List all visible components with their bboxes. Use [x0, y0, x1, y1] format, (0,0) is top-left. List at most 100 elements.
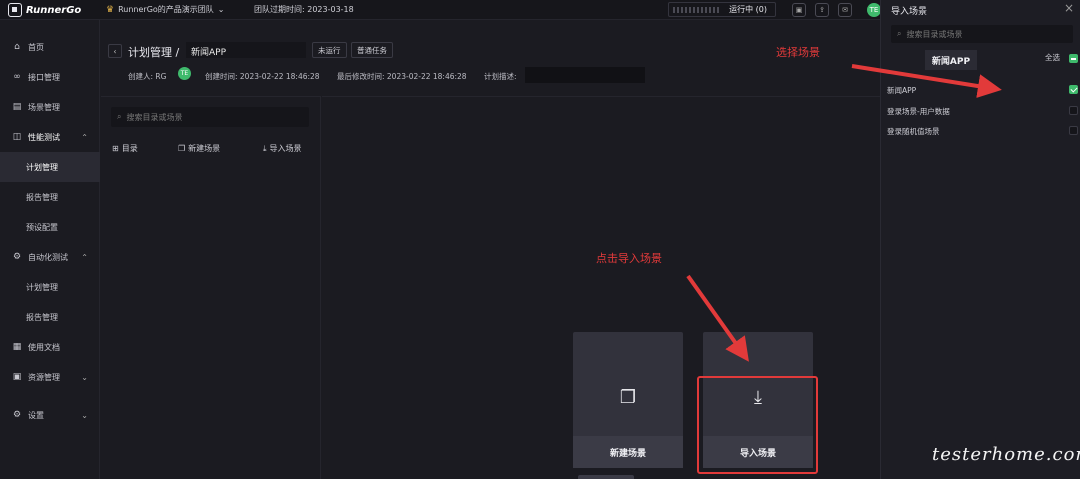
tree-search-input[interactable]: ⌕ 搜索目录或场景	[111, 107, 309, 127]
sidebar-item-auto-report[interactable]: 报告管理	[0, 302, 100, 332]
user-avatar[interactable]: TE	[867, 3, 881, 17]
add-folder-button[interactable]: ⊞ 目录	[112, 143, 138, 154]
sidebar-item-label: 接口管理	[28, 72, 60, 82]
sidebar-item-settings[interactable]: ⚙ 设置 ⌄	[0, 400, 100, 430]
download-icon: ⤓	[263, 143, 267, 153]
team-name: RunnerGo的产品演示团队	[118, 5, 214, 14]
card-label: 新建场景	[573, 436, 683, 468]
runnergo-logo-icon	[8, 3, 22, 17]
sidebar-item-label: 预设配置	[26, 222, 58, 232]
sidebar-item-home[interactable]: ⌂ 首页	[0, 32, 100, 62]
plan-desc-label: 计划描述:	[484, 72, 517, 81]
sidebar-item-label: 使用文档	[28, 342, 60, 352]
scene-option-label: 新闻APP	[887, 86, 917, 95]
chart-icon: ◫	[12, 132, 22, 142]
annotation-select-scene: 选择场景	[776, 46, 820, 59]
tab-news-app[interactable]: 新闻APP	[925, 50, 977, 70]
chevron-up-icon: ⌃	[81, 132, 88, 142]
plan-desc-field[interactable]	[525, 67, 645, 83]
select-all-label[interactable]: 全选	[1045, 52, 1060, 63]
copy-icon: ❐	[619, 387, 637, 408]
team-switcher[interactable]: ♛ RunnerGo的产品演示团队 ⌄	[106, 4, 225, 15]
close-icon[interactable]: ×	[1064, 1, 1074, 15]
link-icon: ∞	[13, 72, 21, 82]
status-badge: 未运行	[312, 42, 347, 58]
back-button[interactable]: ‹	[108, 44, 122, 58]
sidebar-item-scene[interactable]: ▤ 场景管理	[0, 92, 100, 122]
sidebar-item-label: 自动化测试	[28, 252, 68, 262]
sidebar-item-performance[interactable]: ◫ 性能测试 ⌃	[0, 122, 100, 152]
sidebar-item-report[interactable]: 报告管理	[0, 182, 100, 212]
upload-icon[interactable]: ⇪	[815, 3, 829, 17]
home-icon: ⌂	[14, 42, 20, 52]
sidebar-item-label: 场景管理	[28, 102, 60, 112]
sidebar-item-resources[interactable]: ▣ 资源管理 ⌄	[0, 362, 100, 392]
panel-title: 导入场景	[891, 7, 928, 17]
sidebar-item-label: 报告管理	[26, 312, 58, 322]
select-all-checkbox[interactable]	[1069, 54, 1078, 63]
tree-search-placeholder: 搜索目录或场景	[126, 112, 183, 122]
mail-icon[interactable]: ✉	[838, 3, 852, 17]
sidebar-item-preset[interactable]: 预设配置	[0, 212, 100, 242]
search-icon: ⌕	[117, 112, 122, 121]
chevron-up-icon: ⌃	[81, 252, 88, 262]
gear-icon: ⚙	[12, 410, 22, 420]
doc-icon: ▦	[12, 342, 22, 352]
action-label: 目录	[121, 144, 138, 153]
sidebar-item-label: 设置	[28, 410, 44, 420]
page-title: 计划管理 /	[128, 46, 180, 59]
creator-avatar: TE	[178, 67, 191, 80]
creator-label: 创建人: RG	[128, 72, 167, 81]
running-label: 运行中	[729, 5, 754, 14]
import-scene-button[interactable]: ⤓ 导入场景	[263, 143, 302, 154]
scene-option-label: 登录场景-用户数据	[887, 107, 950, 116]
sidebar-item-auto-plan[interactable]: 计划管理	[0, 272, 100, 302]
chevron-down-icon: ⌄	[81, 372, 88, 382]
created-time: 创建时间: 2023-02-22 18:46:28	[205, 72, 320, 81]
sidebar-item-label: 资源管理	[28, 372, 60, 382]
plan-name-field[interactable]: 新闻APP	[186, 42, 306, 58]
sidebar-item-label: 报告管理	[26, 192, 58, 202]
scene-option-label: 登录随机值场景	[887, 127, 940, 136]
scene-icon: ▤	[12, 102, 22, 112]
chevron-down-icon: ⌄	[217, 5, 225, 14]
new-scene-card[interactable]: ❐ 新建场景	[573, 332, 683, 468]
sidebar-item-automation[interactable]: ⚙ 自动化测试 ⌃	[0, 242, 100, 272]
sidebar-item-docs[interactable]: ▦ 使用文档	[0, 332, 100, 362]
panel-search-input[interactable]: ⌕ 搜索目录或场景	[891, 25, 1073, 43]
brand-logo[interactable]: RunnerGo	[8, 3, 81, 17]
sidebar-item-label: 计划管理	[26, 162, 58, 172]
brand-name: RunnerGo	[26, 4, 82, 16]
watermark: testerhome.com	[932, 444, 1080, 465]
search-icon: ⌕	[897, 29, 902, 38]
import-scene-panel	[880, 0, 1080, 479]
folder-plus-icon: ⊞	[112, 144, 119, 153]
sidebar-item-label: 首页	[28, 42, 44, 52]
modified-time: 最后修改时间: 2023-02-22 18:46:28	[337, 72, 467, 81]
task-type-badge: 普通任务	[351, 42, 393, 58]
sidebar-item-plan[interactable]: 计划管理	[0, 152, 100, 182]
action-label: 导入场景	[269, 144, 302, 153]
bottom-tab[interactable]	[578, 475, 634, 479]
scene-option-checkbox[interactable]	[1069, 106, 1078, 115]
copy-icon: ❐	[178, 144, 186, 153]
scene-option-checkbox[interactable]	[1069, 126, 1078, 135]
running-status[interactable]: 运行中 (0)	[668, 2, 776, 17]
terminal-icon[interactable]: ▣	[792, 3, 806, 17]
sidebar-item-label: 计划管理	[26, 282, 58, 292]
sidebar: ⌂ 首页 ∞ 接口管理 ▤ 场景管理 ◫ 性能测试 ⌃ 计划管理 报告管理 预设…	[0, 20, 100, 479]
resource-icon: ▣	[12, 372, 22, 382]
auto-icon: ⚙	[12, 252, 22, 262]
team-expire-time: 团队过期时间: 2023-03-18	[254, 5, 354, 14]
action-label: 新建场景	[188, 144, 221, 153]
new-scene-button[interactable]: ❐ 新建场景	[178, 143, 220, 154]
scene-option-checkbox[interactable]	[1069, 85, 1078, 94]
crown-icon: ♛	[106, 4, 115, 15]
running-count: (0)	[755, 5, 767, 14]
panel-search-placeholder: 搜索目录或场景	[906, 29, 963, 39]
highlight-box	[697, 376, 818, 474]
annotation-click-import: 点击导入场景	[596, 252, 662, 265]
sidebar-item-label: 性能测试	[28, 132, 60, 142]
chevron-down-icon: ⌄	[81, 410, 88, 420]
sidebar-item-api[interactable]: ∞ 接口管理	[0, 62, 100, 92]
